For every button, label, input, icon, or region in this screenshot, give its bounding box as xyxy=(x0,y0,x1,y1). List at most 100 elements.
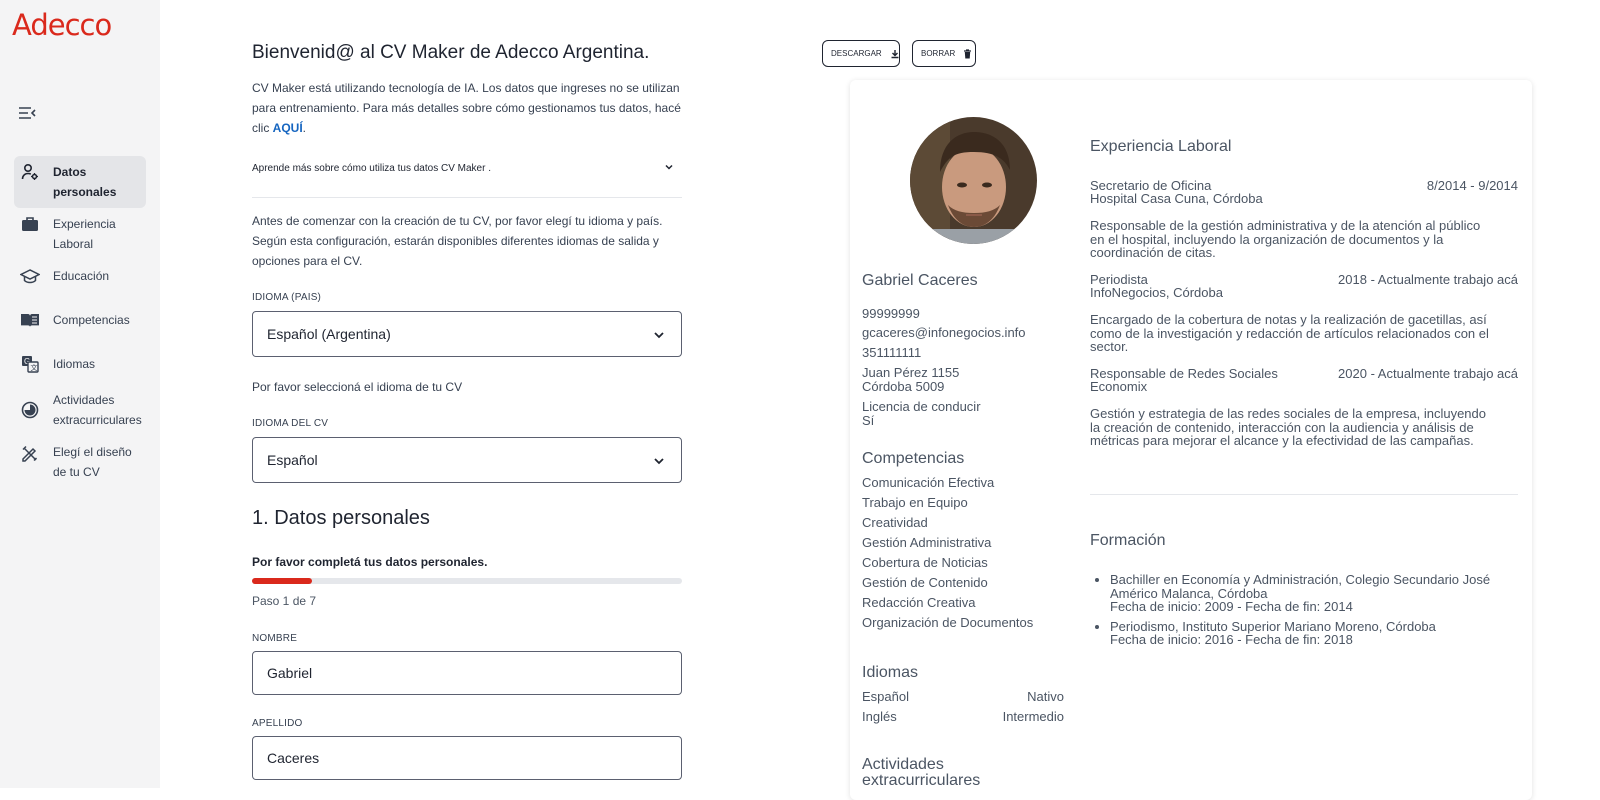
cv-language-label: IDIOMA DEL CV xyxy=(252,418,329,429)
cv-skill-item: Comunicación Efectiva xyxy=(862,475,995,490)
step-indicator: Paso 1 de 7 xyxy=(252,594,317,608)
cv-education-title: Formación xyxy=(1090,532,1166,549)
cv-name: Gabriel Caceres xyxy=(862,272,978,289)
cv-job-dates: 8/2014 - 9/2014 xyxy=(1426,178,1518,193)
cv-job-description: Gestión y estrategia de las redes social… xyxy=(1090,406,1486,448)
cv-skill-item: Gestión de Contenido xyxy=(862,575,988,590)
cv-language-select[interactable]: Español xyxy=(252,437,682,483)
cv-job-dates: 2020 - Actualmente trabajo acá xyxy=(1338,366,1518,381)
cv-email: gcaceres@infonegocios.info xyxy=(862,325,1026,340)
intro-body: CV Maker está utilizando tecnología de I… xyxy=(252,81,681,135)
cv-language-row: Español Nativo xyxy=(862,687,1064,707)
config-text: Antes de comenzar con la creación de tu … xyxy=(252,214,663,268)
cv-language-level: Nativo xyxy=(1027,689,1064,704)
cv-skill-item: Redacción Creativa xyxy=(862,595,976,610)
sidebar-item-diseno[interactable]: Elegí el diseño de tu CV xyxy=(14,436,146,488)
cv-job-entry: Periodista 2018 - Actualmente trabajo acá… xyxy=(1090,273,1518,299)
cv-language-row: Inglés Intermedio xyxy=(862,707,1064,727)
progress-fill xyxy=(252,578,313,584)
design-tools-icon xyxy=(20,444,40,464)
sidebar-item-datos-personales[interactable]: Datos personales xyxy=(14,156,146,208)
delete-label: BORRAR xyxy=(921,49,956,58)
cv-experience-title: Experiencia Laboral xyxy=(1090,138,1232,155)
cv-languages-title: Idiomas xyxy=(862,664,919,681)
download-button[interactable]: DESCARGAR xyxy=(822,40,900,67)
cv-skill-item: Gestión Administrativa xyxy=(862,535,992,550)
progress-bar xyxy=(252,578,682,584)
cv-license-value: Sí xyxy=(862,413,875,428)
section-subtitle: Por favor completá tus datos personales. xyxy=(252,555,488,569)
cv-education-dates: Fecha de inicio: 2016 - Fecha de fin: 20… xyxy=(1110,632,1353,647)
cv-phone: 99999999 xyxy=(862,306,920,321)
cv-job-description: Encargado de la cobertura de notas y la … xyxy=(1090,312,1489,354)
sidebar-item-idiomas[interactable]: G文 Idiomas xyxy=(14,348,146,380)
country-select-value: Español (Argentina) xyxy=(267,326,391,342)
adecco-logo[interactable]: Adecco xyxy=(12,8,112,42)
cv-education-item: Periodismo, Instituto Superior Mariano M… xyxy=(1110,618,1510,647)
page-title: Bienvenid@ al CV Maker de Adecco Argenti… xyxy=(252,42,650,63)
sidebar-item-label: Educación xyxy=(53,269,110,283)
cv-education-degree: Bachiller en Economía y Administración, … xyxy=(1110,572,1491,601)
cv-skill-item: Cobertura de Noticias xyxy=(862,555,988,570)
intro-end: . xyxy=(302,121,307,135)
sidebar: Adecco Datos personales Experiencia Labo… xyxy=(0,0,160,788)
download-label: DESCARGAR xyxy=(831,49,882,58)
translate-icon: G文 xyxy=(20,354,40,374)
badge-icon xyxy=(20,400,40,420)
cv-activities-title: Actividades extracurriculares xyxy=(862,756,981,789)
sidebar-item-label: Actividades extracurriculares xyxy=(53,393,142,427)
cv-language-hint: Por favor seleccioná el idioma de tu CV xyxy=(252,380,463,394)
sidebar-item-label: Competencias xyxy=(53,313,130,327)
cv-languages-list: Español Nativo Inglés Intermedio xyxy=(862,687,1064,727)
collapse-menu-icon[interactable] xyxy=(18,106,38,122)
section-title: 1. Datos personales xyxy=(252,507,430,529)
cv-education-degree: Periodismo, Instituto Superior Mariano M… xyxy=(1110,618,1436,634)
chevron-down-icon xyxy=(653,452,665,468)
cv-job-dates: 2018 - Actualmente trabajo acá xyxy=(1338,272,1518,287)
aqui-link[interactable]: AQUÍ xyxy=(273,121,303,135)
cv-skills-list: Comunicación Efectiva Trabajo en Equipo … xyxy=(862,473,1033,633)
book-icon xyxy=(20,310,40,330)
sidebar-item-label: Experiencia Laboral xyxy=(53,217,116,251)
cv-job-description: Responsable de la gestión administrativa… xyxy=(1090,218,1481,260)
sidebar-item-experiencia-laboral[interactable]: Experiencia Laboral xyxy=(14,208,146,260)
cv-license-label: Licencia de conducir xyxy=(862,399,981,414)
country-select[interactable]: Español (Argentina) xyxy=(252,311,682,357)
cv-divider xyxy=(1090,494,1518,495)
data-usage-accordion[interactable]: Aprende más sobre cómo utiliza tus datos… xyxy=(252,163,682,198)
delete-button[interactable]: BORRAR xyxy=(912,40,976,67)
sidebar-item-educacion[interactable]: Educación xyxy=(14,260,146,292)
sidebar-item-competencias[interactable]: Competencias xyxy=(14,304,146,336)
cv-job-entry: Responsable de Redes Sociales 2020 - Actu… xyxy=(1090,367,1518,393)
chevron-down-icon xyxy=(653,326,665,342)
cv-skills-title: Competencias xyxy=(862,450,965,467)
download-icon xyxy=(890,49,900,59)
cv-job-company: InfoNegocios, Córdoba xyxy=(1090,285,1223,300)
first-name-label: NOMBRE xyxy=(252,633,298,644)
cv-skill-item: Organización de Documentos xyxy=(862,615,1034,630)
cv-phone-secondary: 351111111 xyxy=(862,345,922,360)
accordion-label: Aprende más sobre cómo utiliza tus datos… xyxy=(252,163,491,174)
cv-job-company: Hospital Casa Cuna, Córdoba xyxy=(1090,191,1263,206)
first-name-value: Gabriel xyxy=(267,665,313,681)
sidebar-item-label: Elegí el diseño de tu CV xyxy=(53,445,132,479)
sidebar-item-label: Idiomas xyxy=(53,357,96,371)
graduation-cap-icon xyxy=(20,266,40,286)
country-label: IDIOMA (PAIS) xyxy=(252,292,322,303)
avatar xyxy=(910,117,1037,244)
first-name-field[interactable]: Gabriel xyxy=(252,651,682,695)
chevron-down-icon xyxy=(664,163,674,197)
cv-preview: Gabriel Caceres 99999999 gcaceres@infone… xyxy=(850,80,1532,800)
cv-education-list: Bachiller en Economía y Administración, … xyxy=(1090,573,1510,653)
cv-address-line2: Córdoba 5009 xyxy=(862,379,945,394)
last-name-label: APELLIDO xyxy=(252,718,303,729)
person-settings-icon xyxy=(20,162,40,182)
cv-job-company: Economix xyxy=(1090,379,1148,394)
cv-language-select-value: Español xyxy=(267,452,318,468)
cv-address-line1: Juan Pérez 1155 xyxy=(862,365,960,380)
cv-job-entry: Secretario de Oficina 8/2014 - 9/2014 Hos… xyxy=(1090,179,1518,205)
sidebar-item-actividades[interactable]: Actividades extracurriculares xyxy=(14,384,146,436)
last-name-field[interactable]: Caceres xyxy=(252,736,682,780)
intro-text: CV Maker está utilizando tecnología de I… xyxy=(252,78,682,138)
cv-language-name: Español xyxy=(862,689,909,704)
